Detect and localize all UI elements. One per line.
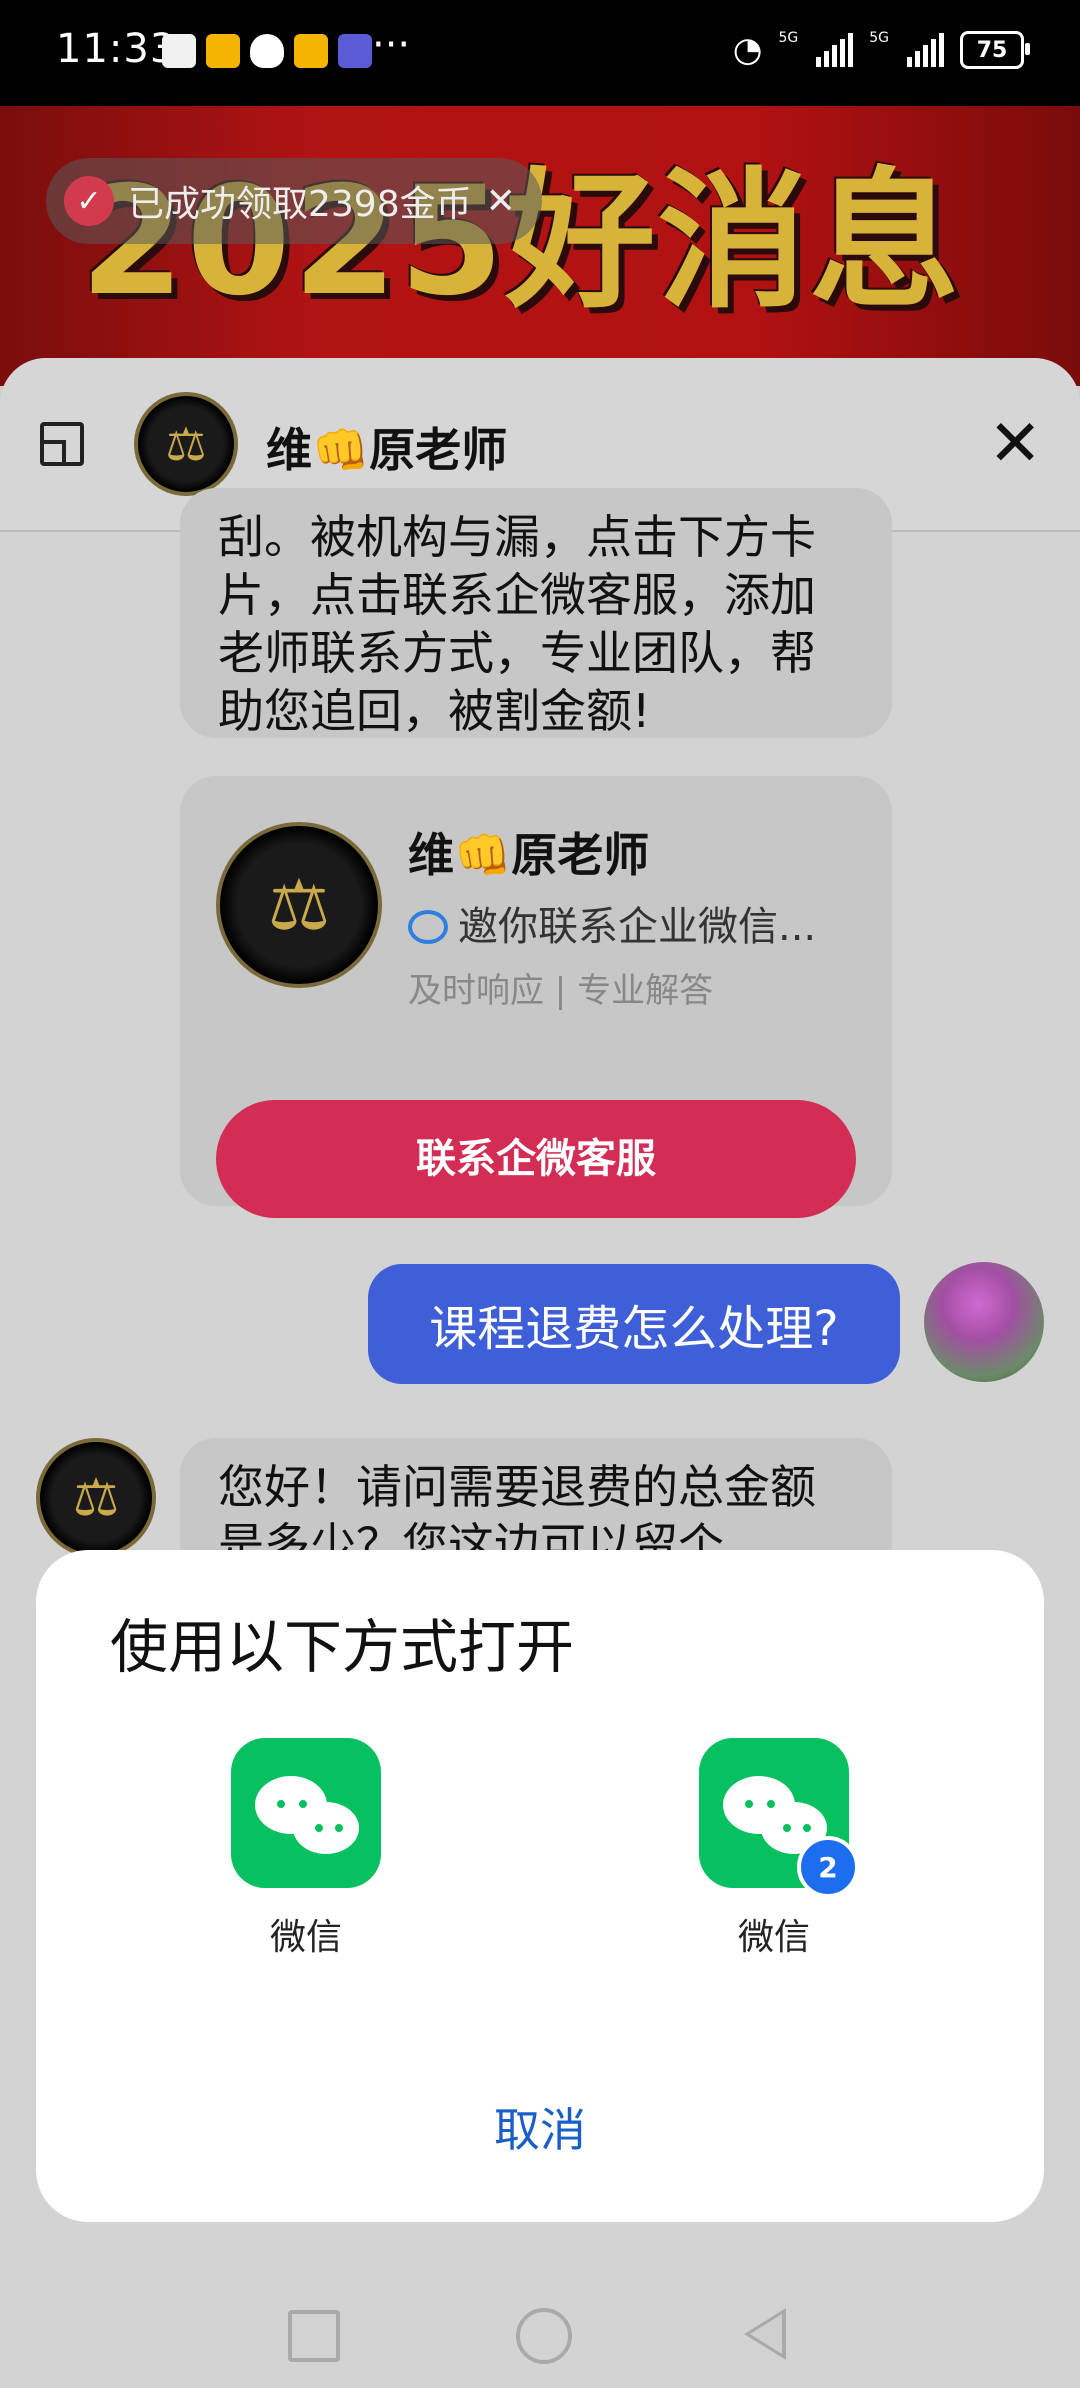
card-tags: 及时响应 | 专业解答: [408, 971, 714, 1011]
card-subtitle-text: 邀你联系企业微信...: [458, 904, 817, 950]
app-icon: [338, 34, 372, 68]
cancel-button[interactable]: 取消: [36, 2094, 1044, 2160]
user-message: 课程退费怎么处理?: [368, 1264, 900, 1384]
avatar: ⚖: [134, 392, 238, 496]
status-right: ◔ 5G 5G 75: [732, 30, 1030, 70]
mail-icon: [162, 34, 196, 68]
app-label: 微信: [737, 1917, 810, 1958]
status-bar: 11:33 ··· ◔ 5G 5G 75: [0, 0, 1080, 106]
network-label: 5G: [778, 30, 799, 46]
back-button[interactable]: [744, 2308, 786, 2360]
qq-icon: [250, 34, 284, 68]
weibo-icon: [206, 34, 240, 68]
close-icon[interactable]: ✕: [988, 412, 1042, 476]
promo-banner: 2025好消息 ✓ 已成功领取2398金币 ✕: [0, 106, 1080, 386]
battery-indicator: 75: [960, 31, 1030, 69]
signal-icon: [816, 33, 854, 67]
chat-title: 维👊原老师: [266, 423, 508, 477]
contact-service-button[interactable]: 联系企微客服: [216, 1100, 856, 1218]
app-option-wechat-clone[interactable]: 2 微信: [674, 1738, 874, 1960]
close-icon[interactable]: ✕: [486, 181, 516, 222]
card-name: 维👊原老师: [408, 828, 650, 882]
network-label: 5G: [869, 30, 889, 46]
recents-button[interactable]: [288, 2310, 340, 2362]
wechat-icon: [231, 1738, 381, 1888]
card-subtitle: 邀你联系企业微信...: [408, 898, 816, 956]
contact-card[interactable]: ⚖ 维👊原老师 邀你联系企业微信... 及时响应 | 专业解答 联系企微客服: [180, 776, 892, 1218]
home-button[interactable]: [516, 2308, 572, 2364]
signal-icon: [907, 33, 944, 67]
wechat-clone-icon: 2: [699, 1738, 859, 1898]
avatar: ⚖: [36, 1438, 156, 1558]
toast-text: 已成功领取2398金币: [128, 184, 472, 225]
app-option-wechat[interactable]: 微信: [206, 1738, 406, 1960]
reward-toast: ✓ 已成功领取2398金币 ✕: [46, 158, 542, 244]
avatar: ⚖: [216, 822, 382, 988]
open-with-dialog: 使用以下方式打开 微信 2 微信 取消: [36, 1550, 1044, 2222]
dialog-title: 使用以下方式打开: [110, 1613, 575, 1681]
navigation-bar: [0, 2290, 1080, 2388]
more-notifications-icon: ···: [372, 22, 411, 68]
status-time: 11:33: [56, 26, 177, 72]
wifi-icon: ◔: [732, 30, 763, 70]
notification-icons: [162, 34, 372, 68]
check-icon: ✓: [64, 176, 114, 226]
minimize-icon[interactable]: [40, 422, 84, 466]
clone-badge: 2: [797, 1836, 859, 1898]
weibo-icon: [294, 34, 328, 68]
chat-bubble-icon: [408, 910, 448, 944]
user-avatar: [924, 1262, 1044, 1382]
message-bubble: 刮。被机构与漏，点击下方卡片，点击联系企微客服，添加老师联系方式，专业团队，帮助…: [180, 488, 892, 738]
app-label: 微信: [269, 1917, 342, 1958]
